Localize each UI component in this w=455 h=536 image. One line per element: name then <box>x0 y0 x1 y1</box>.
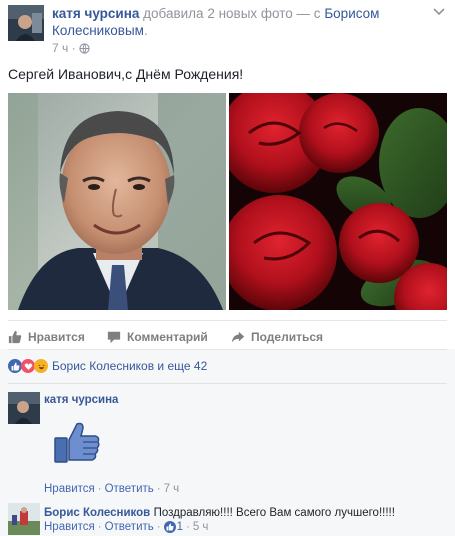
comment-like-link[interactable]: Нравится <box>44 483 95 495</box>
like-button[interactable]: Нравится <box>8 330 85 344</box>
comment-time[interactable]: 5 ч <box>193 521 209 533</box>
comment-like-count[interactable]: 1 <box>163 521 183 533</box>
post-action-text: добавила 2 новых фото — <box>143 6 311 21</box>
post-header: катя чурсина добавила 2 новых фото — с Б… <box>52 5 422 39</box>
comment-body: Борис Колесников Поздравляю!!!! Всего Ва… <box>44 505 395 519</box>
separator: · <box>156 521 161 533</box>
comment-icon <box>107 330 121 344</box>
share-button[interactable]: Поделиться <box>231 330 323 344</box>
comment-reply-link[interactable]: Ответить <box>105 521 154 533</box>
comment-label: Комментарий <box>127 330 208 344</box>
comment-reply-link[interactable]: Ответить <box>105 483 154 495</box>
comment-author[interactable]: катя чурсина <box>44 394 118 406</box>
portrait-photo[interactable] <box>8 93 227 310</box>
comment-avatar[interactable] <box>8 503 40 535</box>
meta-separator: · <box>71 41 76 55</box>
thumbs-up-sticker <box>53 420 101 467</box>
comment-author[interactable]: Борис Колесников <box>44 507 150 519</box>
haha-reaction-icon <box>34 359 48 373</box>
share-label: Поделиться <box>251 330 324 344</box>
reactions-text[interactable]: Борис Колесников и еще 42 <box>52 359 207 373</box>
reaction-icons <box>8 359 48 373</box>
comment-like-link[interactable]: Нравится <box>44 521 95 533</box>
roses-photo[interactable] <box>228 93 447 310</box>
comment-time[interactable]: 7 ч <box>164 483 180 495</box>
reactions-summary[interactable]: Борис Колесников и еще 42 <box>8 359 207 373</box>
comment-actions: Нравится · Ответить · 7 ч <box>44 483 179 495</box>
reactions-divider <box>8 383 447 384</box>
action-divider-bottom <box>8 349 447 350</box>
like-count-value: 1 <box>176 521 183 533</box>
share-icon <box>231 330 245 344</box>
like-reaction-icon <box>163 521 176 533</box>
like-label: Нравится <box>28 330 85 344</box>
post-meta: 7 ч · <box>52 41 90 57</box>
comment-avatar[interactable] <box>8 392 40 424</box>
comment-actions: Нравится · Ответить · 1 · 5 ч <box>44 521 208 533</box>
photo-grid <box>8 93 447 310</box>
header-period: . <box>143 23 148 38</box>
thumbs-up-icon <box>8 330 22 344</box>
separator: · <box>186 521 190 533</box>
author-name[interactable]: катя чурсина <box>52 6 139 21</box>
author-avatar[interactable] <box>8 5 44 41</box>
globe-icon <box>79 43 90 57</box>
post-time[interactable]: 7 ч <box>52 41 68 55</box>
separator: · <box>97 483 102 495</box>
chevron-down-icon[interactable] <box>432 5 446 19</box>
separator: · <box>156 483 161 495</box>
action-divider-top <box>8 320 447 321</box>
like-reaction-icon <box>8 359 22 373</box>
with-word: с <box>313 6 321 21</box>
comment-text: Поздравляю!!!! Всего Вам самого лучшего!… <box>153 507 395 519</box>
love-reaction-icon <box>21 359 35 373</box>
separator: · <box>97 521 102 533</box>
comment-button[interactable]: Комментарий <box>107 330 208 344</box>
post-text: Сергей Иванович,с Днём Рождения! <box>8 66 244 82</box>
